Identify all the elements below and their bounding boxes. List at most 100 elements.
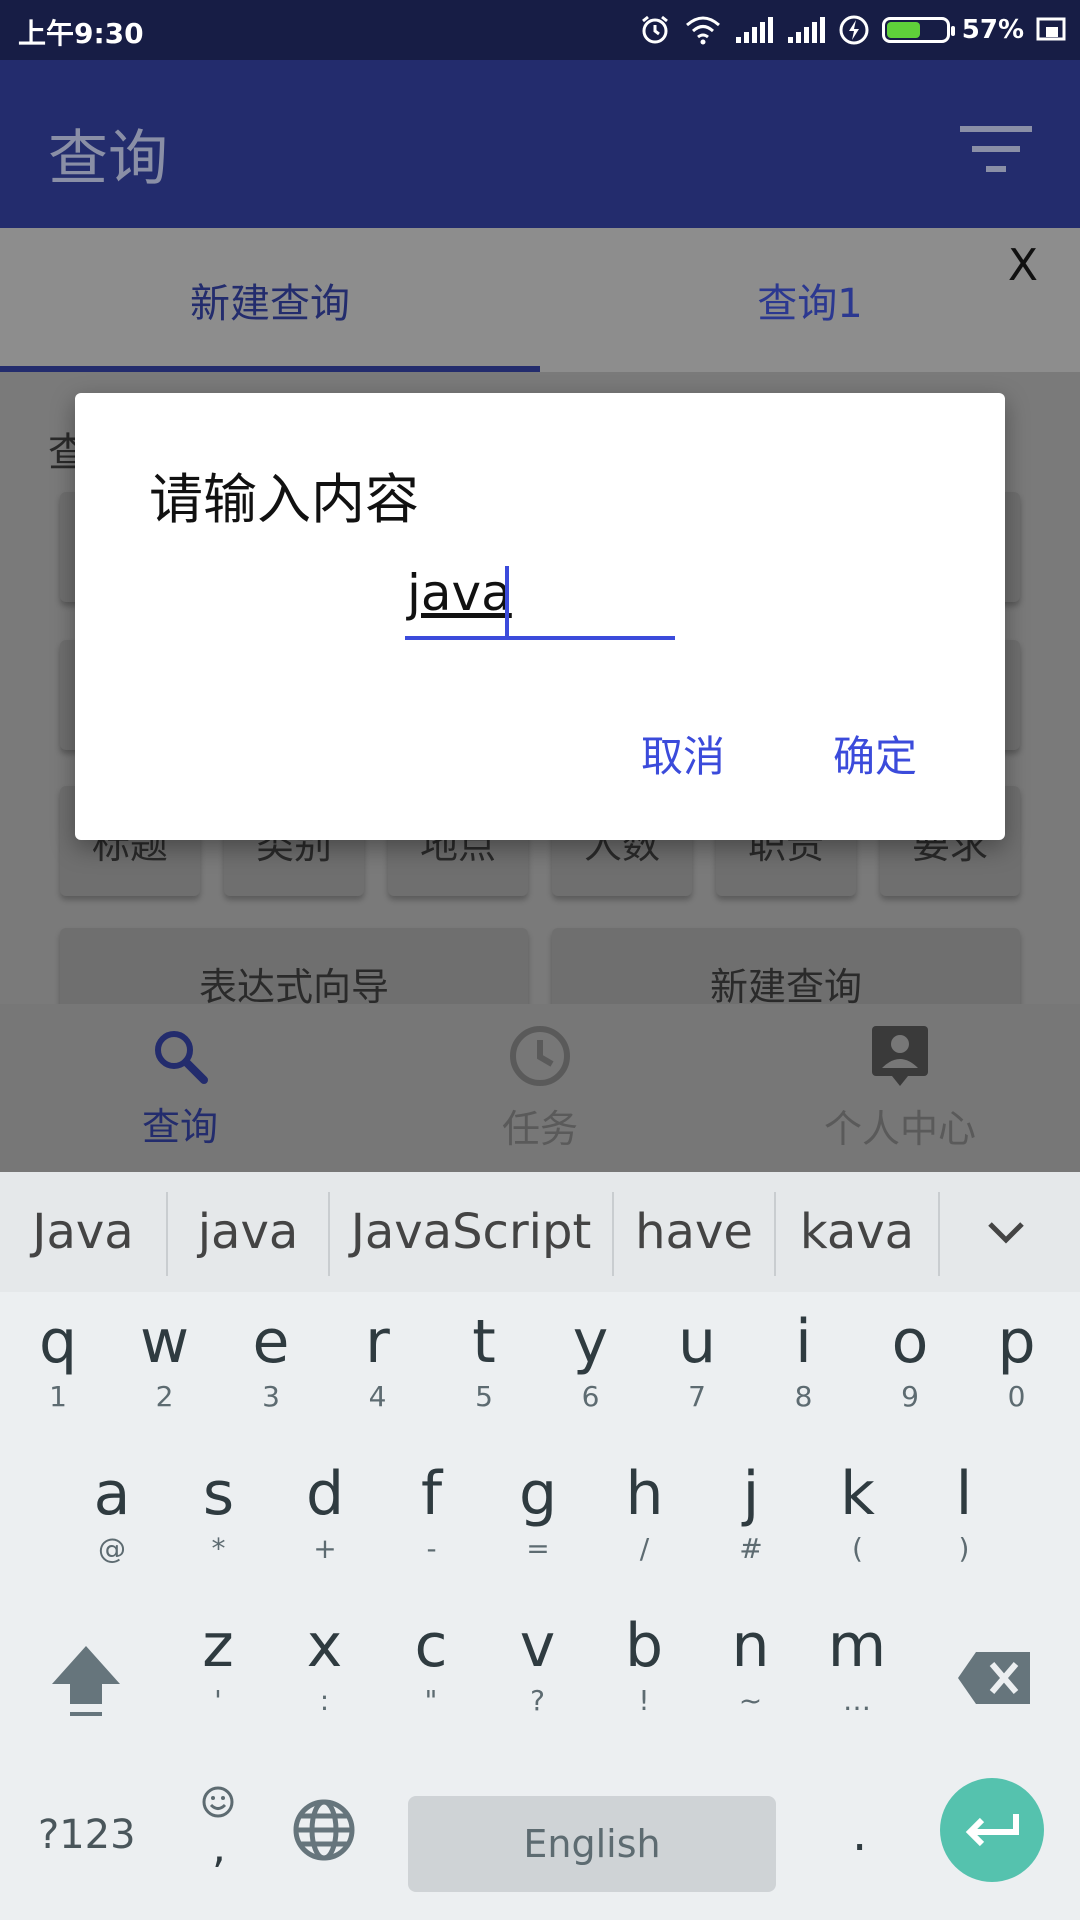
key-letter: n xyxy=(731,1610,770,1681)
key-j[interactable]: j # xyxy=(701,1444,801,1584)
input-dialog: 请输入内容 java 取消 确定 xyxy=(75,393,1005,840)
key-n[interactable]: n ~ xyxy=(701,1596,801,1736)
key-k[interactable]: k( xyxy=(808,1444,908,1584)
key-secondary: : xyxy=(319,1683,330,1717)
key-letter: c xyxy=(414,1610,448,1681)
text-cursor xyxy=(505,566,509,636)
key-secondary: 9 xyxy=(901,1379,919,1413)
symbols-key[interactable]: ?123 xyxy=(38,1812,136,1858)
key-x[interactable]: x: xyxy=(275,1596,375,1736)
key-y[interactable]: y6 xyxy=(541,1292,641,1432)
key-letter: z xyxy=(202,1610,234,1681)
signal-icon xyxy=(735,17,773,43)
key-l[interactable]: l) xyxy=(914,1444,1014,1584)
key-letter: t xyxy=(472,1306,496,1377)
close-tab-button[interactable]: X xyxy=(1008,240,1038,291)
key-letter: x xyxy=(306,1610,343,1681)
nav-profile[interactable]: 个人中心 xyxy=(720,1004,1080,1172)
wifi-icon xyxy=(685,16,720,45)
alarm-icon xyxy=(641,15,668,44)
key-r[interactable]: r4 xyxy=(328,1292,428,1432)
key-letter: i xyxy=(795,1306,812,1377)
tab-bar: 新建查询 查询1 X xyxy=(0,228,1080,372)
key-c[interactable]: c " xyxy=(381,1596,481,1736)
content-input[interactable]: java xyxy=(405,556,675,640)
collapse-suggestions-icon[interactable] xyxy=(984,1216,1028,1248)
key-u[interactable]: u7 xyxy=(647,1292,747,1432)
key-letter: h xyxy=(625,1458,664,1529)
key-row-1: q1w2e3r4t5y6u7i8o9p0 xyxy=(0,1292,1080,1432)
key-secondary: 5 xyxy=(475,1379,493,1413)
filter-icon[interactable] xyxy=(960,122,1032,178)
suggestion-2[interactable]: java xyxy=(168,1192,328,1272)
suggestion-1[interactable]: Java xyxy=(0,1192,166,1272)
key-z[interactable]: z ' xyxy=(168,1596,268,1736)
nav-query[interactable]: 查询 xyxy=(0,1004,360,1172)
key-letter: q xyxy=(38,1306,78,1377)
suggestion-5[interactable]: kava xyxy=(776,1192,938,1272)
key-secondary: 8 xyxy=(794,1379,813,1413)
key-letter: y xyxy=(572,1306,609,1377)
enter-icon xyxy=(965,1814,1019,1847)
key-secondary: = xyxy=(526,1531,550,1565)
suggestion-4[interactable]: have xyxy=(614,1192,774,1272)
key-d[interactable]: d + xyxy=(275,1444,375,1584)
key-b[interactable]: b! xyxy=(594,1596,694,1736)
key-letter: s xyxy=(202,1458,235,1529)
key-secondary: ' xyxy=(214,1683,222,1717)
account-box-icon xyxy=(872,1025,928,1086)
emoji-icon xyxy=(202,1786,234,1818)
status-icons: 57% xyxy=(638,10,1066,50)
key-m[interactable]: m… xyxy=(807,1596,907,1736)
cancel-button[interactable]: 取消 xyxy=(625,715,741,792)
key-letter: j xyxy=(742,1458,760,1529)
key-e[interactable]: e3 xyxy=(221,1292,321,1432)
key-secondary: 4 xyxy=(368,1379,387,1413)
bottom-navigation: 查询 任务 个人中心 xyxy=(0,1004,1080,1172)
key-secondary: " xyxy=(424,1683,438,1717)
key-secondary: 1 xyxy=(49,1379,67,1413)
battery-icon xyxy=(881,17,955,43)
key-letter: f xyxy=(420,1458,443,1529)
key-v[interactable]: v? xyxy=(488,1596,588,1736)
tab-new-query[interactable]: 新建查询 xyxy=(0,228,540,372)
key-p[interactable]: p0 xyxy=(967,1292,1067,1432)
shift-icon[interactable] xyxy=(50,1642,122,1720)
key-o[interactable]: o9 xyxy=(860,1292,960,1432)
expression-wizard-button[interactable]: 表达式向导 xyxy=(60,928,528,1004)
suggestion-3[interactable]: JavaScript xyxy=(330,1192,612,1272)
backspace-icon[interactable] xyxy=(956,1650,1032,1706)
space-key[interactable]: English xyxy=(408,1796,776,1892)
key-secondary: 0 xyxy=(1007,1379,1026,1413)
key-secondary: ! xyxy=(638,1683,650,1717)
status-time: 上午9:30 xyxy=(18,17,144,50)
clock-icon xyxy=(510,1025,570,1086)
key-g[interactable]: g = xyxy=(488,1444,588,1584)
key-secondary: 3 xyxy=(262,1379,280,1413)
key-letter: v xyxy=(519,1610,556,1681)
key-s[interactable]: s * xyxy=(169,1444,269,1584)
key-i[interactable]: i8 xyxy=(754,1292,854,1432)
key-secondary: - xyxy=(426,1531,437,1565)
key-f[interactable]: f- xyxy=(382,1444,482,1584)
key-secondary: ? xyxy=(530,1683,545,1717)
key-secondary: 2 xyxy=(155,1379,174,1413)
emoji-comma-key[interactable]: , xyxy=(200,1784,240,1874)
period-key[interactable]: . xyxy=(852,1806,867,1862)
key-secondary: @ xyxy=(98,1531,126,1565)
key-h[interactable]: h / xyxy=(595,1444,695,1584)
globe-icon[interactable] xyxy=(292,1798,356,1862)
input-value: java xyxy=(407,564,512,622)
key-secondary: ( xyxy=(852,1531,863,1565)
key-a[interactable]: a @ xyxy=(62,1444,162,1584)
nav-tasks[interactable]: 任务 xyxy=(360,1004,720,1172)
key-letter: b xyxy=(624,1610,664,1681)
key-t[interactable]: t5 xyxy=(434,1292,534,1432)
tab-query1[interactable]: 查询1 xyxy=(540,228,1080,372)
key-q[interactable]: q1 xyxy=(8,1292,108,1432)
confirm-button[interactable]: 确定 xyxy=(817,715,933,792)
new-query-button[interactable]: 新建查询 xyxy=(552,928,1020,1004)
enter-key[interactable] xyxy=(940,1778,1044,1882)
key-letter: u xyxy=(677,1306,717,1377)
key-w[interactable]: w2 xyxy=(115,1292,215,1432)
